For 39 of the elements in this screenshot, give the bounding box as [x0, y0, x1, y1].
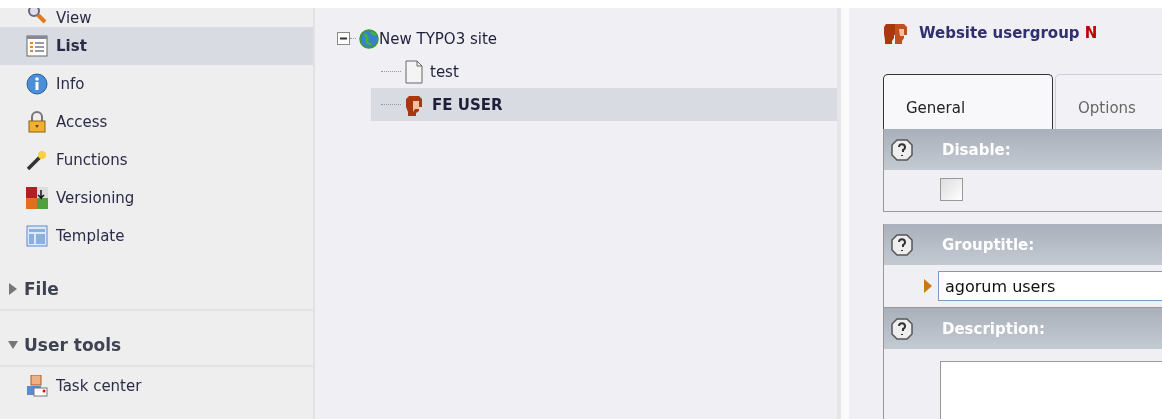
- tab[interactable]: General: [883, 74, 1053, 129]
- globe-icon: [359, 28, 379, 49]
- module-menu-item[interactable]: Template: [0, 217, 313, 255]
- checkbox[interactable]: [940, 178, 963, 201]
- collapsed-triangle-icon[interactable]: [8, 283, 18, 295]
- user-group-icon: [883, 21, 909, 45]
- padlock-icon: [26, 111, 48, 133]
- magic-wand-icon: [26, 149, 48, 171]
- tree-node-label[interactable]: New TYPO3 site: [379, 29, 498, 48]
- template-icon: [26, 225, 48, 247]
- field-label: Description:: [942, 319, 1045, 338]
- info-icon: [26, 73, 48, 95]
- record-title: Website usergroup N: [919, 24, 1098, 42]
- versioning-icon: [26, 187, 48, 209]
- tree-node-label[interactable]: test: [430, 62, 459, 81]
- help-icon[interactable]: [890, 137, 914, 162]
- module-menu-item[interactable]: Access: [0, 103, 313, 141]
- module-group-header[interactable]: User tools: [0, 325, 313, 367]
- module-menu-item[interactable]: List: [0, 27, 313, 65]
- page-icon: [404, 59, 424, 84]
- tab[interactable]: Options: [1055, 74, 1162, 129]
- help-icon[interactable]: [890, 232, 914, 257]
- module-menu-item[interactable]: View: [0, 8, 313, 27]
- tree-node-label[interactable]: FE USER: [432, 95, 503, 114]
- text-area[interactable]: [940, 361, 1162, 419]
- module-menu-item[interactable]: Versioning: [0, 179, 313, 217]
- collapse-toggle-icon[interactable]: [337, 32, 350, 45]
- task-center-icon: [26, 375, 48, 397]
- field-label: Disable:: [942, 140, 1011, 159]
- module-menu-item[interactable]: Task center: [0, 367, 313, 405]
- module-menu-item[interactable]: Info: [0, 65, 313, 103]
- required-marker-icon: [924, 279, 932, 293]
- module-menu-item[interactable]: Functions: [0, 141, 313, 179]
- expanded-triangle-icon[interactable]: [8, 339, 18, 351]
- input-field[interactable]: agorum users: [938, 271, 1162, 301]
- field-label: Grouptitle:: [942, 235, 1035, 254]
- module-group-header[interactable]: File: [0, 269, 313, 311]
- help-icon[interactable]: [890, 316, 914, 341]
- list-icon: [26, 35, 48, 57]
